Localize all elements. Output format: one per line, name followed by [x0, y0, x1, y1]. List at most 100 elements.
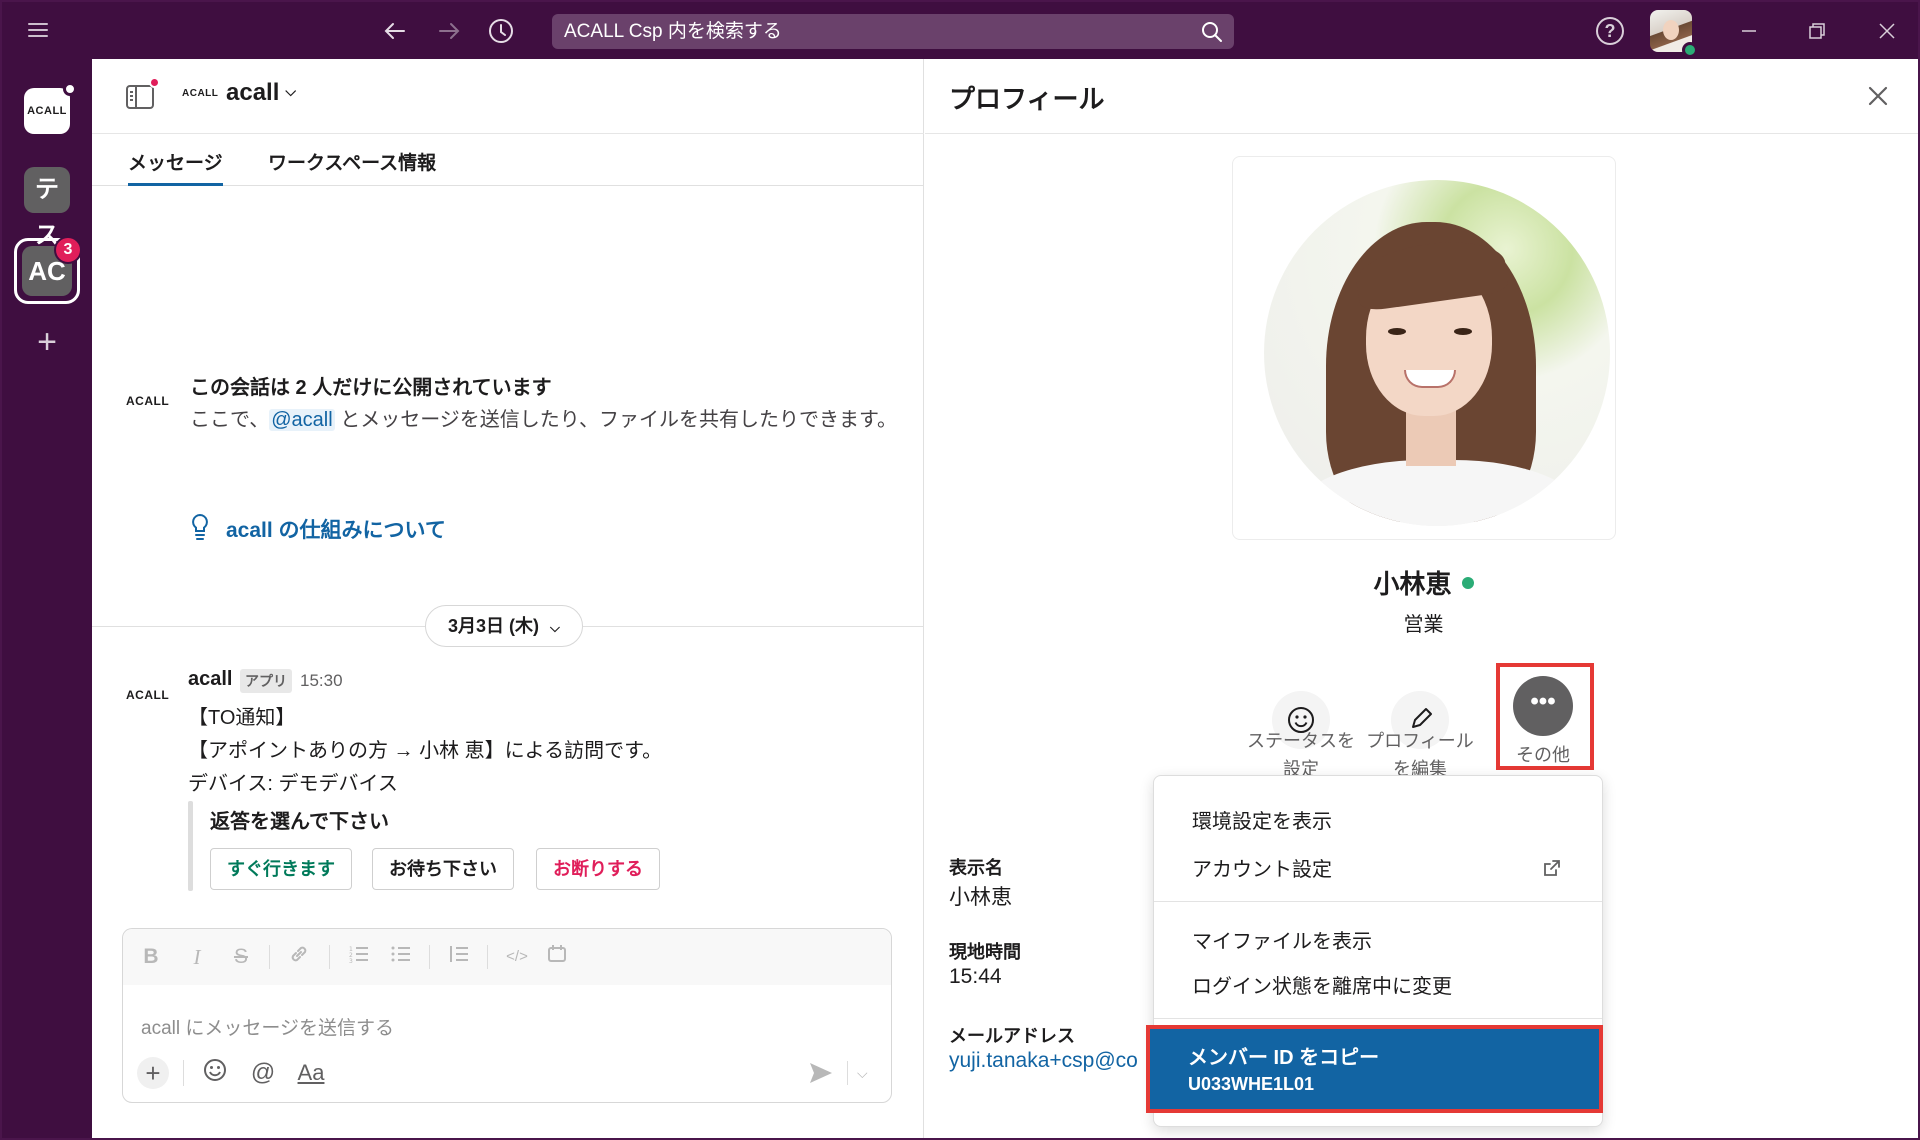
strikethrough-icon[interactable]: S: [227, 943, 255, 971]
italic-icon[interactable]: I: [183, 943, 211, 971]
emoji-icon[interactable]: [199, 1057, 231, 1089]
toolbar-separator: [269, 945, 270, 969]
decline-button[interactable]: お断りする: [536, 848, 660, 890]
online-status-dot: [1682, 42, 1698, 58]
toolbar-separator: [429, 945, 430, 969]
attachment-title: 返答を選んで下さい: [210, 811, 389, 833]
channel-name-button[interactable]: acall ⌵: [226, 79, 296, 107]
composer-separator: [183, 1060, 184, 1086]
text-format-icon[interactable]: Aa: [291, 1057, 331, 1089]
chevron-down-icon: ⌵: [550, 620, 560, 635]
channel-tabs: メッセージ ワークスペース情報: [92, 134, 924, 186]
send-icon[interactable]: [807, 1059, 837, 1087]
tab-workspace-info[interactable]: ワークスペース情報: [268, 148, 436, 186]
menu-item-account-settings[interactable]: アカウント設定: [1192, 853, 1332, 882]
channel-pane: ACALL acall ⌵ メッセージ ワークスペース情報 ACALL この会話は…: [92, 59, 924, 1138]
lightbulb-icon: [192, 513, 208, 540]
toolbar-separator: [487, 945, 488, 969]
howto-link[interactable]: acall の仕組みについて: [190, 513, 446, 544]
close-icon[interactable]: [1863, 81, 1893, 111]
highlight-box-more: [1496, 663, 1594, 770]
channel-app-logo: ACALL: [182, 88, 219, 99]
menu-separator: [1154, 901, 1602, 902]
acall-mention[interactable]: @acall: [269, 409, 335, 431]
message-author[interactable]: acall: [188, 668, 232, 691]
mention-icon[interactable]: @: [247, 1057, 279, 1089]
channel-name: acall: [226, 79, 280, 106]
help-icon[interactable]: ?: [1596, 17, 1624, 45]
avatar-face: [1663, 20, 1679, 40]
message-composer: B I S 123 </> acall にメッセージを送信する + @ Aa ⌵: [122, 928, 892, 1103]
link-icon[interactable]: [285, 943, 313, 971]
please-wait-button[interactable]: お待ち下さい: [372, 848, 514, 890]
edit-profile-label-line: プロフィール: [1366, 731, 1474, 751]
message-input[interactable]: acall にメッセージを送信する: [141, 1013, 394, 1040]
user-avatar[interactable]: [1650, 10, 1698, 58]
profile-name: 小林恵: [925, 564, 1918, 601]
tab-messages[interactable]: メッセージ: [128, 148, 223, 186]
ordered-list-icon[interactable]: 123: [345, 943, 373, 971]
coming-now-button[interactable]: すぐ行きます: [210, 848, 352, 890]
search-bar[interactable]: ACALL Csp 内を検索する: [552, 14, 1234, 49]
online-status-dot: [1461, 577, 1474, 589]
profile-name-text: 小林恵: [1373, 569, 1452, 599]
search-icon: [1200, 20, 1224, 44]
profile-role: 営業: [1403, 614, 1444, 636]
menu-item-preferences[interactable]: 環境設定を表示: [1192, 805, 1332, 834]
intro-title: この会話は 2 人だけに公開されています: [190, 377, 552, 399]
intro-text-before: ここで、: [190, 409, 270, 431]
display-name-label: 表示名: [949, 858, 1003, 878]
profile-header: プロフィール: [925, 59, 1918, 134]
app-badge: アプリ: [240, 669, 292, 693]
workspace-tes[interactable]: テス: [24, 167, 70, 249]
add-workspace-icon[interactable]: +: [30, 325, 64, 361]
email-link[interactable]: yuji.tanaka+csp@co: [949, 1049, 1138, 1073]
display-name-value: 小林恵: [949, 886, 1012, 909]
external-link-icon: [1542, 858, 1562, 878]
message-app-avatar[interactable]: ACALL: [126, 688, 169, 702]
workspace-notification-badge: 3: [54, 236, 82, 264]
minimize-icon[interactable]: [1736, 18, 1762, 44]
intro-app-logo: ACALL: [126, 394, 170, 408]
sidebar-toggle-icon[interactable]: [126, 77, 160, 110]
code-icon[interactable]: </>: [503, 943, 531, 971]
howto-link-label: acall の仕組みについて: [226, 519, 446, 542]
bullet-list-icon[interactable]: [387, 943, 415, 971]
hamburger-menu-icon[interactable]: [24, 16, 52, 44]
profile-photo[interactable]: [1264, 180, 1610, 526]
restore-icon[interactable]: [1804, 18, 1830, 44]
toolbar-separator: [329, 945, 330, 969]
local-time-label: 現地時間: [949, 942, 1021, 962]
sidebar-unread-dot: [149, 77, 160, 88]
message-timestamp[interactable]: 15:30: [300, 671, 343, 691]
bold-icon[interactable]: B: [137, 943, 165, 971]
plus-icon[interactable]: +: [137, 1057, 169, 1089]
workspace-acall-label: ACALL: [27, 105, 67, 117]
search-placeholder: ACALL Csp 内を検索する: [564, 21, 782, 42]
menu-item-my-files[interactable]: マイファイルを表示: [1192, 925, 1372, 954]
local-time-value: 15:44: [949, 965, 1002, 988]
attachment-bar: [188, 801, 193, 891]
profile-photo-card: [1232, 156, 1616, 540]
profile-title: プロフィール: [949, 84, 1105, 114]
workspace-acall[interactable]: ACALL: [24, 82, 77, 134]
title-bar: ACALL Csp 内を検索する ?: [2, 2, 1918, 59]
date-divider-button[interactable]: 3月3日 (木) ⌵: [425, 605, 583, 647]
code-block-icon[interactable]: [543, 943, 571, 971]
close-window-icon[interactable]: [1874, 18, 1900, 44]
slack-window: ACALL Csp 内を検索する ? ACALL テス AC 3 + ACALL…: [0, 0, 1920, 1140]
history-clock-icon[interactable]: [486, 16, 516, 46]
forward-arrow-icon[interactable]: [434, 16, 464, 46]
intro-text-after: とメッセージを送信したり、ファイルを共有したりできます。: [334, 409, 897, 431]
back-arrow-icon[interactable]: [380, 16, 410, 46]
message-line: 【TO通知】: [188, 707, 296, 729]
photo-eye: [1454, 328, 1472, 335]
blockquote-icon[interactable]: [445, 943, 473, 971]
workspace-unread-dot: [63, 82, 77, 96]
email-label: メールアドレス: [949, 1026, 1075, 1046]
message-line: 【アポイントありの方 → 小林 恵】による訪問です。: [188, 740, 663, 762]
chevron-down-icon: ⌵: [285, 83, 297, 99]
send-options-chevron-icon[interactable]: ⌵: [857, 1065, 868, 1082]
menu-item-set-away[interactable]: ログイン状態を離席中に変更: [1192, 970, 1452, 999]
composer-separator: [847, 1061, 848, 1085]
